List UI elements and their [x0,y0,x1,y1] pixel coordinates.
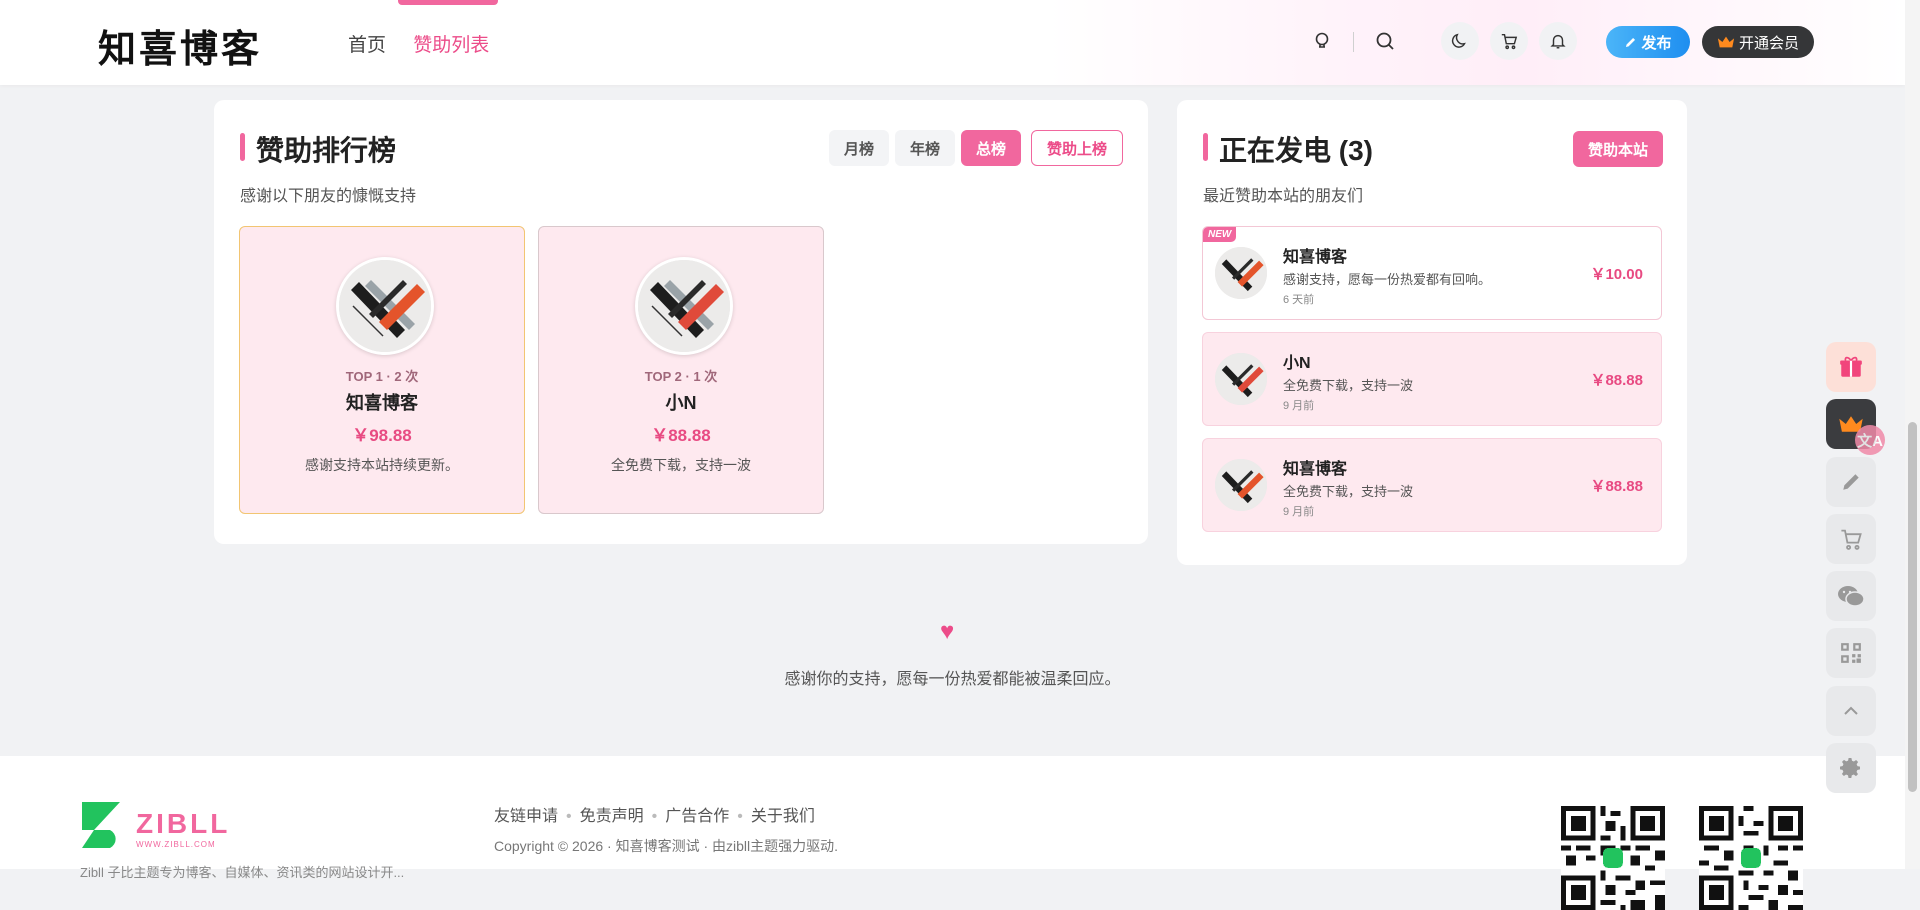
ranking-subtitle: 感谢以下朋友的慷慨支持 [240,188,417,205]
avatar [1215,353,1267,405]
sponsor-name: 知喜博客 [1283,461,1348,478]
top-sponsor-message: 全免费下载，支持一波 [611,457,751,473]
avatar [1215,459,1267,511]
pencil-icon [1843,474,1859,490]
qrcode-icon [1841,643,1861,663]
sponsor-amount: ￥10.00 [1590,266,1643,283]
qr-code-icon [1699,806,1803,910]
wechat-icon [1838,586,1865,607]
top-sponsor-card[interactable]: TOP 2 · 1 次 小N ￥88.88 全免费下载，支持一波 [538,226,824,514]
header-divider [1353,32,1354,52]
recent-sponsors-card: 正在发电 (3) 最近赞助本站的朋友们 赞助本站 NEW 知喜博客 感谢支持，愿… [1177,100,1687,565]
lightbulb-icon[interactable] [1303,22,1341,60]
site-footer: ZIBLL WWW.ZIBLL.COM 友链申请 • 免责声明 • 广告合作 • 关于我们 … [0,756,1905,910]
top-rank-label: TOP 1 · 2 次 [345,369,419,384]
edit-button[interactable] [1826,457,1876,507]
footer-logo-text: ZIBLL [136,808,231,839]
ranking-title: 赞助排行榜 [240,129,396,169]
footer-link-about[interactable]: 关于我们 [751,808,815,825]
footer-logo[interactable]: ZIBLL WWW.ZIBLL.COM [80,800,245,852]
list-item[interactable]: NEW 知喜博客 感谢支持，愿每一份热爱都有回响。 6 天前 ￥10.00 [1202,226,1662,320]
wechat-button[interactable] [1826,571,1876,621]
cart-side-button[interactable] [1826,514,1876,564]
thanks-message: 感谢你的支持，愿每一份热爱都能被温柔回应。 [784,671,1121,688]
chevron-up-icon [1844,706,1858,715]
top-sponsor-amount: ￥88.88 [651,426,711,445]
avatar [336,257,434,355]
top-sponsor-name: 知喜博客 [346,393,418,413]
top-sponsor-message: 感谢支持本站持续更新。 [305,457,459,473]
sponsor-message: 感谢支持，愿每一份热爱都有回响。 [1283,272,1492,287]
cart-icon[interactable] [1490,22,1528,60]
recent-subtitle: 最近赞助本站的朋友们 [1203,188,1364,205]
footer-link-friend[interactable]: 友链申请 [494,808,558,825]
sponsor-time: 9 月前 [1283,506,1315,518]
main-nav: 首页 赞助列表 [348,30,511,57]
sponsor-site-button[interactable]: 赞助本站 [1573,131,1663,167]
top-rank-label: TOP 2 · 1 次 [644,369,718,384]
heart-icon: ♥ [940,618,955,645]
sponsor-name: 小N [1283,355,1311,372]
footer-link-ads[interactable]: 广告合作 [665,808,729,825]
vip-button[interactable]: 开通会员 [1702,26,1814,58]
search-icon[interactable] [1366,22,1404,60]
tab-yearly[interactable]: 年榜 [894,130,955,166]
back-to-top-button[interactable] [1826,686,1876,736]
vip-label: 开通会员 [1738,34,1799,52]
nav-active-indicator [398,0,498,5]
zibll-logo-icon [82,802,120,848]
nav-item-home[interactable]: 首页 [348,35,386,56]
sponsor-upload-button[interactable]: 赞助上榜 [1030,130,1123,166]
footer-links: 友链申请 • 免责声明 • 广告合作 • 关于我们 [494,808,815,825]
footer-link-disclaimer[interactable]: 免责声明 [580,808,644,825]
recent-title: 正在发电 (3) [1203,129,1373,169]
settings-button[interactable] [1826,743,1876,793]
top-sponsor-amount: ￥98.88 [352,426,412,445]
avatar [1215,247,1267,299]
sponsor-message: 全免费下载，支持一波 [1283,378,1414,393]
pencil-icon [1626,37,1636,47]
list-item[interactable]: 知喜博客 全免费下载，支持一波 9 月前 ￥88.88 [1202,438,1662,532]
tab-monthly[interactable]: 月榜 [828,130,889,166]
cart-icon [1841,529,1862,550]
footer-description: Zibll 子比主题专为博客、自媒体、资讯类的网站设计开... [80,865,405,880]
qr-code-icon [1561,806,1665,910]
top-sponsor-card[interactable]: TOP 1 · 2 次 知喜博客 ￥98.88 感谢支持本站持续更新。 [239,226,525,514]
site-header: 知喜博客 首页 赞助列表 发布 开通会员 [0,0,1905,85]
tab-total[interactable]: 总榜 [960,130,1021,166]
scrollbar-thumb[interactable] [1908,422,1917,792]
publish-button[interactable]: 发布 [1606,26,1690,58]
list-item[interactable]: 小N 全免费下载，支持一波 9 月前 ￥88.88 [1202,332,1662,426]
ranking-tabs: 月榜 年榜 总榜 赞助上榜 [828,130,1123,166]
new-badge: NEW [1203,227,1237,242]
ranking-card: 赞助排行榜 感谢以下朋友的慷慨支持 月榜 年榜 总榜 赞助上榜 TOP 1 · … [214,100,1148,544]
sponsor-amount: ￥88.88 [1590,372,1643,389]
qrcode-button[interactable] [1826,628,1876,678]
sponsor-name: 知喜博客 [1283,249,1348,266]
footer-logo-sub: WWW.ZIBLL.COM [136,840,216,849]
footer-copyright: Copyright © 2026 · 知喜博客测试 · 由zibll主题强力驱动… [494,838,839,854]
translate-icon[interactable]: 文A [1855,425,1885,455]
avatar [635,257,733,355]
top-sponsor-name: 小N [665,393,697,413]
site-logo[interactable]: 知喜博客 [98,18,262,73]
gift-icon [1840,356,1862,377]
sponsor-amount: ￥88.88 [1590,478,1643,495]
nav-item-sponsor-list[interactable]: 赞助列表 [413,35,489,56]
gear-icon [1840,758,1860,778]
gift-button[interactable] [1826,342,1876,392]
bell-icon[interactable] [1539,22,1577,60]
crown-icon [1717,36,1735,48]
moon-icon[interactable] [1441,22,1479,60]
sponsor-time: 9 月前 [1283,400,1315,412]
sponsor-time: 6 天前 [1283,294,1315,306]
sponsor-message: 全免费下载，支持一波 [1283,484,1414,499]
publish-label: 发布 [1641,34,1672,52]
